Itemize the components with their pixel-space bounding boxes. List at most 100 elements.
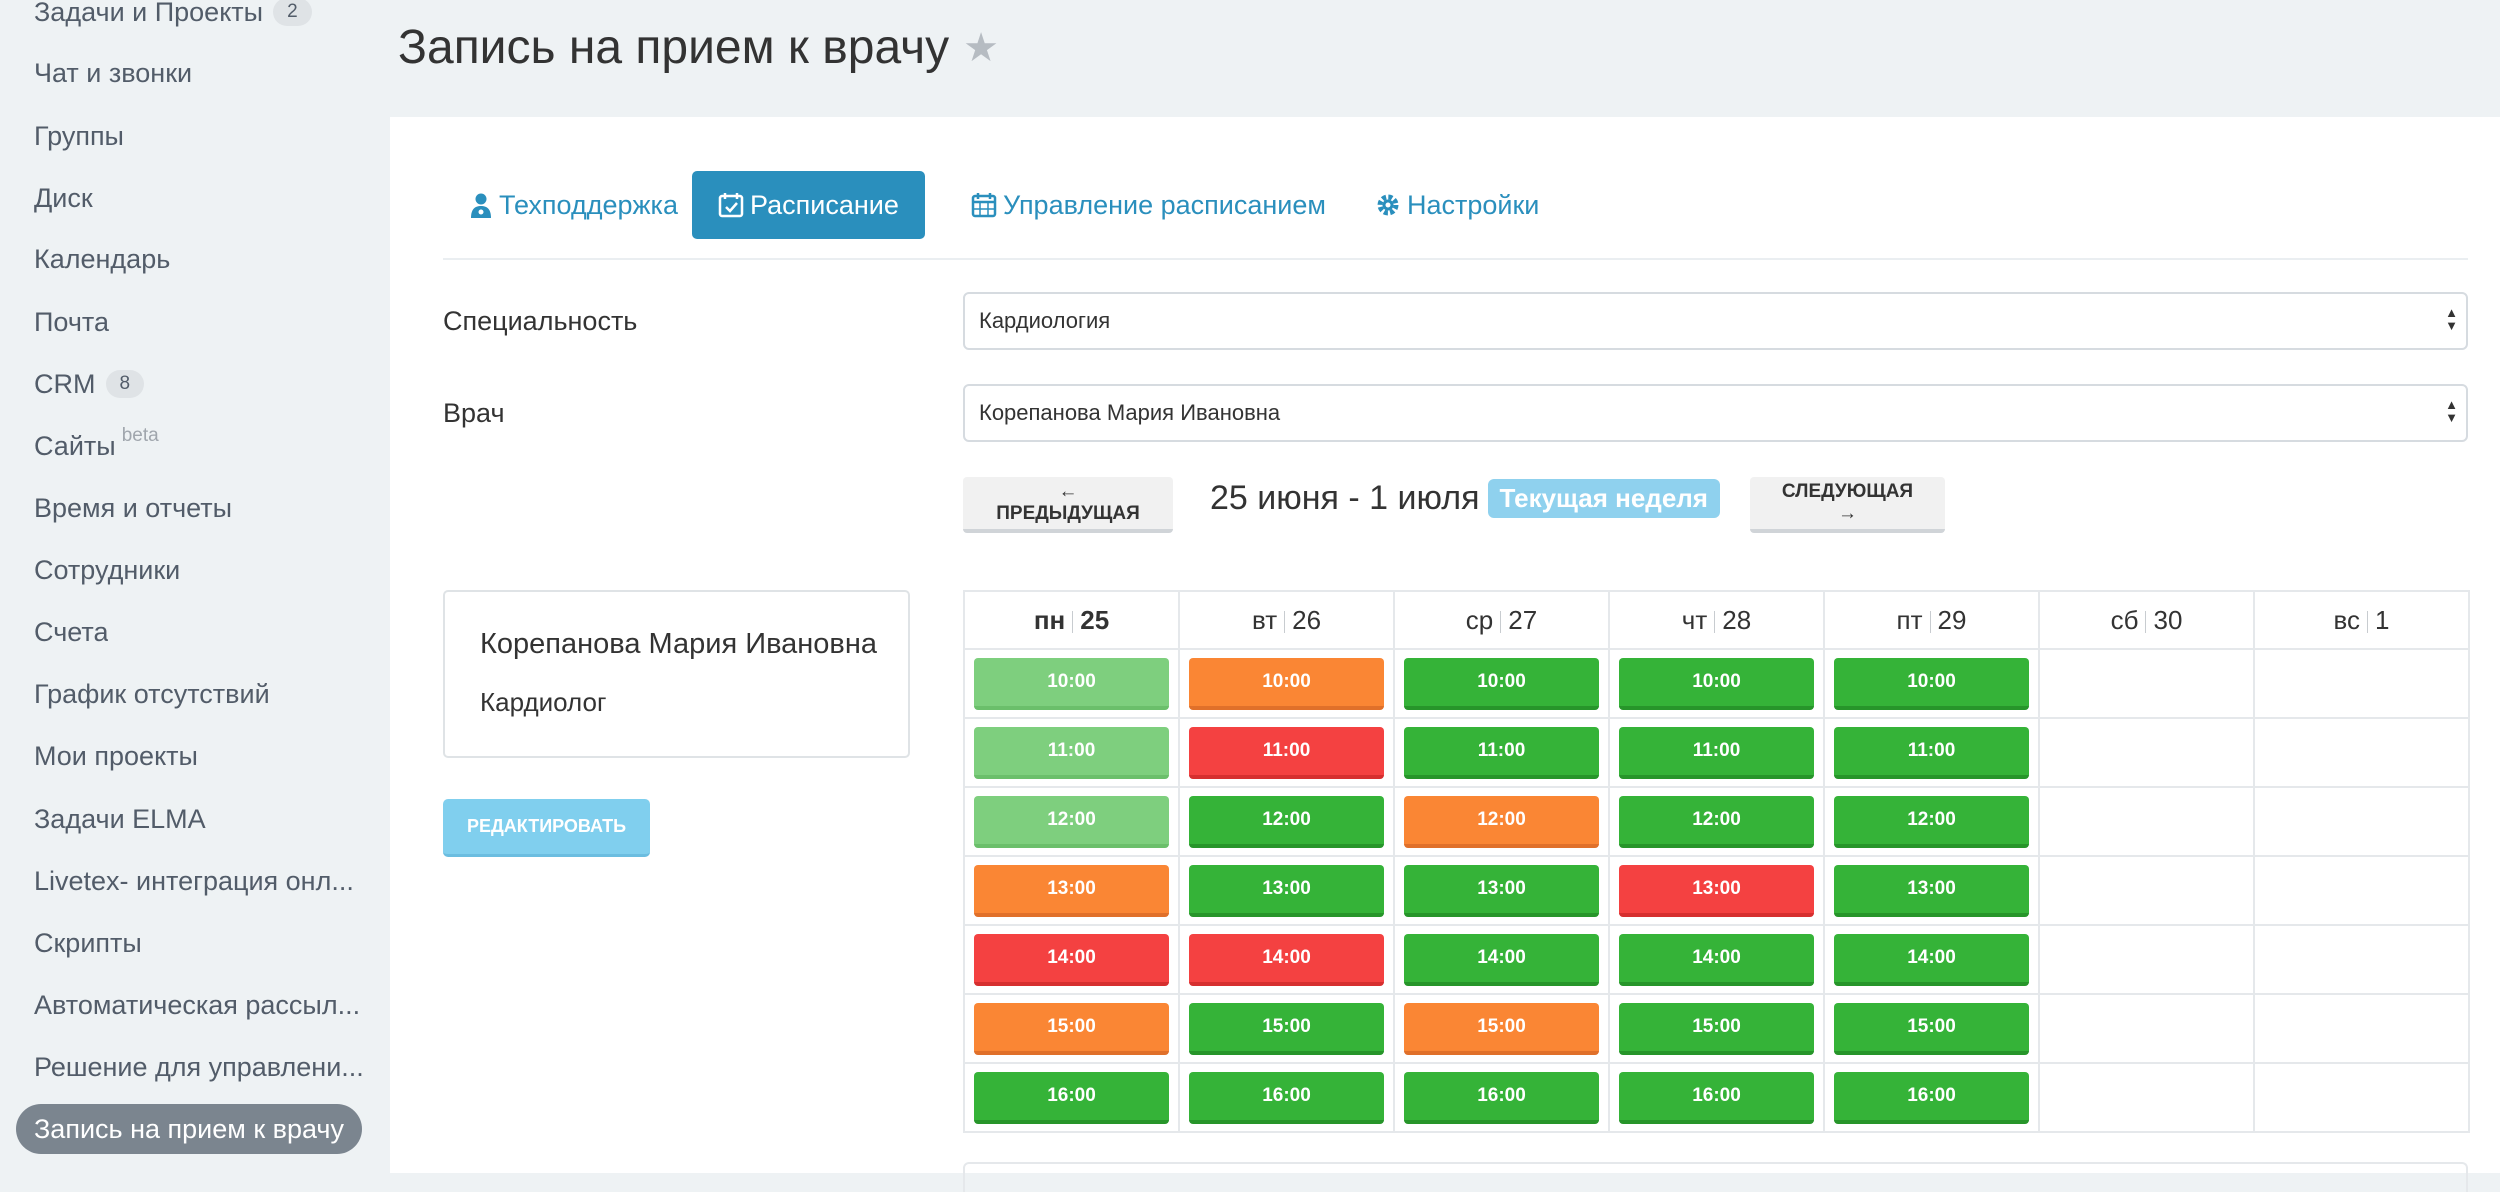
sidebar-item-calendar[interactable]: Календарь [16, 234, 188, 284]
tab-bar: Техподдержка Расписание Управление распи… [443, 171, 2468, 260]
time-slot-free[interactable]: 11:00 [1834, 726, 2029, 779]
time-slot-busy[interactable]: 11:00 [1189, 726, 1384, 779]
sidebar-item-sites[interactable]: Сайты beta [16, 421, 177, 471]
time-slot-free[interactable]: 15:00 [1189, 1002, 1384, 1055]
time-slot-pending[interactable]: 10:00 [1189, 657, 1384, 710]
sidebar-item-chat[interactable]: Чат и звонки [16, 48, 210, 98]
sidebar-item-livetex[interactable]: Livetex- интеграция онл... [16, 856, 372, 906]
time-slot-free[interactable]: 11:00 [1404, 726, 1599, 779]
time-slot-free[interactable]: 13:00 [1189, 864, 1384, 917]
day-separator [2145, 610, 2147, 633]
time-slot-free[interactable]: 15:00 [1619, 1002, 1814, 1055]
time-slot-free[interactable]: 11:00 [1619, 726, 1814, 779]
star-icon[interactable]: ★ [963, 25, 999, 71]
sidebar-item-mail[interactable]: Почта [16, 297, 127, 347]
tab-schedule-management[interactable]: Управление расписанием [945, 171, 1352, 239]
time-slot-pending[interactable]: 13:00 [974, 864, 1169, 917]
sidebar-item-absences[interactable]: График отсутствий [16, 669, 288, 719]
time-slot-free[interactable]: 10:00 [1404, 657, 1599, 710]
day-date: 1 [2375, 604, 2390, 635]
time-slot-free[interactable]: 10:00 [1834, 657, 2029, 710]
schedule-row: 13:00 13:00 13:00 13:00 13:00 [963, 855, 2470, 926]
tab-schedule[interactable]: Расписание [692, 171, 925, 239]
doctor-select[interactable]: Корепанова Мария Ивановна ▲ ▼ [963, 384, 2468, 442]
week-range: 25 июня - 1 июля [1210, 479, 1480, 517]
schedule-row: 16:00 16:00 16:00 16:00 16:00 [963, 1062, 2470, 1133]
time-slot-pending[interactable]: 15:00 [974, 1002, 1169, 1055]
main-panel: Техподдержка Расписание Управление распи… [390, 117, 2500, 1192]
calendar-check-icon [718, 193, 744, 218]
sidebar-item-my-projects[interactable]: Мои проекты [16, 731, 216, 781]
edit-button[interactable]: РЕДАКТИРОВАТЬ [443, 799, 650, 857]
time-slot-busy[interactable]: 14:00 [974, 933, 1169, 986]
time-slot-free[interactable]: 16:00 [1619, 1071, 1814, 1124]
tab-label: Расписание [750, 189, 899, 220]
time-slot-past[interactable]: 12:00 [974, 795, 1169, 848]
specialty-select[interactable]: Кардиология ▲ ▼ [963, 292, 2468, 350]
sidebar-item-doctor-appointment[interactable]: Запись на прием к врачу [16, 1104, 362, 1154]
tab-settings[interactable]: Настройки [1349, 171, 1565, 239]
time-slot-free[interactable]: 14:00 [1404, 933, 1599, 986]
time-slot-past[interactable]: 11:00 [974, 726, 1169, 779]
time-slot-free[interactable]: 14:00 [1619, 933, 1814, 986]
time-slot-pending[interactable]: 12:00 [1404, 795, 1599, 848]
time-slot-free[interactable]: 13:00 [1404, 864, 1599, 917]
sidebar-item-management[interactable]: Решение для управлени... [16, 1042, 382, 1092]
specialty-value: Кардиология [979, 308, 1111, 333]
day-of-week: вт [1251, 604, 1278, 635]
time-slot-free[interactable]: 12:00 [1619, 795, 1814, 848]
time-slot-free[interactable]: 14:00 [1834, 933, 2029, 986]
schedule-cell [2038, 648, 2255, 719]
time-slot-busy[interactable]: 13:00 [1619, 864, 1814, 917]
specialty-label: Специальность [443, 306, 638, 336]
time-slot-free[interactable]: 12:00 [1834, 795, 2029, 848]
select-arrows-icon: ▲ ▼ [2445, 305, 2458, 333]
tab-support[interactable]: Техподдержка [443, 171, 704, 239]
schedule-cell: 15:00 [963, 993, 1180, 1064]
time-slot-free[interactable]: 16:00 [1404, 1071, 1599, 1124]
sidebar-item-scripts[interactable]: Скрипты [16, 918, 160, 968]
gear-icon [1377, 194, 1399, 216]
time-slot-free[interactable]: 13:00 [1834, 864, 2029, 917]
schedule-cell: 14:00 [963, 924, 1180, 995]
page-title-row: Запись на прием к врачу ★ [398, 20, 999, 75]
sidebar-item-label: Запись на прием к врачу [34, 1113, 344, 1144]
sidebar-item-groups[interactable]: Группы [16, 111, 142, 161]
tab-label: Управление расписанием [1003, 189, 1326, 220]
time-slot-pending[interactable]: 15:00 [1404, 1002, 1599, 1055]
schedule-cell: 15:00 [1393, 993, 1610, 1064]
sidebar: Задачи и Проекты 2 Чат и звонки Группы Д… [0, 0, 390, 1173]
time-slot-free[interactable]: 16:00 [1834, 1071, 2029, 1124]
sidebar-item-tasks[interactable]: Задачи и Проекты 2 [16, 0, 330, 37]
sidebar-item-label: Почта [34, 306, 109, 337]
schedule-cell: 16:00 [1393, 1062, 1610, 1133]
tab-label: Техподдержка [499, 189, 678, 220]
time-slot-past[interactable]: 10:00 [974, 657, 1169, 710]
time-slot-busy[interactable]: 14:00 [1189, 933, 1384, 986]
previous-week-button[interactable]: ← ПРЕДЫДУЩАЯ [963, 477, 1173, 533]
time-slot-free[interactable]: 10:00 [1619, 657, 1814, 710]
day-of-week: сб [2110, 604, 2139, 635]
day-of-week: ср [1465, 604, 1494, 635]
sidebar-item-disk[interactable]: Диск [16, 173, 111, 223]
sidebar-item-label: Время и отчеты [34, 492, 233, 523]
schedule-cell: 16:00 [1178, 1062, 1395, 1133]
next-week-button[interactable]: СЛЕДУЮЩАЯ → [1750, 477, 1945, 533]
schedule-cell [2038, 1062, 2255, 1133]
time-slot-free[interactable]: 15:00 [1834, 1002, 2029, 1055]
day-header: сб 30 [2038, 590, 2255, 650]
sidebar-item-time-reports[interactable]: Время и отчеты [16, 483, 250, 533]
time-slot-free[interactable]: 16:00 [1189, 1071, 1384, 1124]
schedule-cell: 15:00 [1823, 993, 2040, 1064]
time-slot-free[interactable]: 16:00 [974, 1071, 1169, 1124]
sidebar-item-mailing[interactable]: Автоматическая рассыл... [16, 980, 378, 1030]
sidebar-item-elma-tasks[interactable]: Задачи ELMA [16, 794, 224, 844]
time-slot-free[interactable]: 12:00 [1189, 795, 1384, 848]
schedule-cell: 11:00 [963, 717, 1180, 788]
sidebar-item-crm[interactable]: CRM 8 [16, 359, 162, 409]
sidebar-item-invoices[interactable]: Счета [16, 607, 126, 657]
sidebar-item-label: Задачи и Проекты [34, 0, 264, 27]
sidebar-item-label: Мои проекты [34, 740, 198, 771]
sidebar-item-employees[interactable]: Сотрудники [16, 545, 198, 595]
schedule-cell [2253, 1062, 2470, 1133]
